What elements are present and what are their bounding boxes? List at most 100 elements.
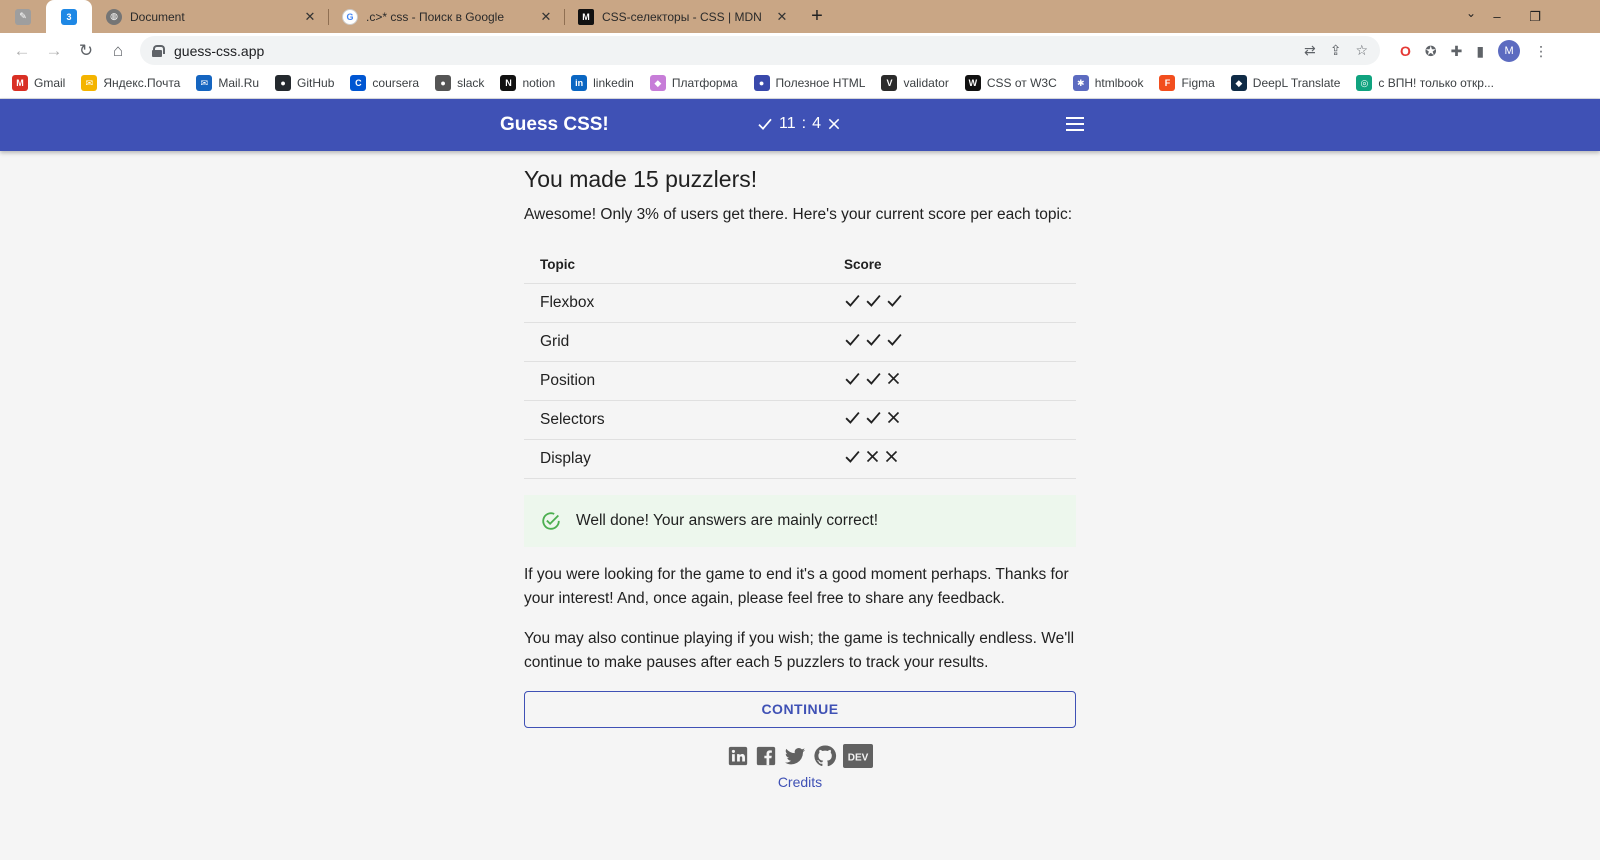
bookmark-favicon-icon: ● (435, 75, 452, 91)
opera-vpn-icon[interactable]: O (1400, 43, 1411, 59)
score-counter: 11 : 4 (757, 115, 841, 133)
forward-arrow-icon[interactable]: → (38, 41, 70, 61)
topic-cell: Position (524, 361, 828, 401)
column-header-score: Score (828, 247, 1076, 284)
score-cell (828, 361, 1076, 401)
continue-button[interactable]: CONTINUE (524, 690, 1076, 728)
puzzle-icon[interactable]: ✚ (1451, 43, 1463, 60)
table-row: Display (524, 439, 1076, 479)
bookmark-favicon-icon: ◎ (1356, 75, 1373, 91)
dev-icon[interactable]: DEV (843, 743, 873, 768)
app-title[interactable]: Guess CSS! (500, 114, 609, 136)
topic-cell: Flexbox (524, 283, 828, 323)
bookmark-item[interactable]: ● GitHub (275, 75, 334, 91)
bookmark-item[interactable]: Nnotion (500, 75, 555, 91)
close-icon[interactable]: ✕ (538, 9, 554, 25)
check-icon (845, 372, 860, 385)
kebab-menu-icon[interactable]: ⋮ (1534, 43, 1548, 60)
bookmark-favicon-icon: ✉ (81, 75, 98, 91)
topic-cell: Grid (524, 322, 828, 362)
bookmark-item[interactable]: ✉ Mail.Ru (196, 75, 259, 91)
check-icon (845, 411, 860, 424)
bookmark-item[interactable]: Vvalidator (881, 75, 949, 91)
linkedin-icon[interactable] (727, 745, 749, 767)
translate-icon[interactable]: ⇄ (1304, 42, 1316, 59)
bookmark-label: Gmail (34, 76, 66, 90)
bookmark-item[interactable]: F Figma (1159, 75, 1215, 91)
bookmark-item[interactable]: ✱ htmlbook (1072, 75, 1143, 91)
bookmark-label: Figma (1181, 76, 1215, 90)
minimize-icon[interactable]: – (1478, 9, 1516, 24)
bookmark-item[interactable]: W CSS от W3C (964, 75, 1057, 91)
extension-star-icon[interactable]: ✪ (1425, 43, 1437, 60)
profile-avatar[interactable]: M (1498, 40, 1521, 62)
address-bar[interactable]: guess-css.app ⇄ ⇪ ☆ (140, 36, 1380, 65)
score-cell (828, 439, 1076, 479)
check-icon (866, 411, 881, 424)
bookmark-item[interactable]: ◆ Платформа (649, 75, 738, 91)
bookmark-star-icon[interactable]: ☆ (1355, 42, 1368, 59)
window-controls: – ❐ (1478, 0, 1600, 33)
facebook-icon[interactable] (755, 745, 777, 767)
restore-icon[interactable]: ❐ (1516, 9, 1554, 25)
bookmark-item[interactable]: ◎ с ВПН! только откр... (1356, 75, 1494, 91)
bookmark-label: Mail.Ru (218, 76, 260, 90)
check-icon (845, 450, 860, 463)
credits-link[interactable]: Credits (524, 774, 1076, 790)
tab-document[interactable]: ◍ Document ✕ (92, 0, 328, 33)
correct-count: 11 (779, 115, 796, 132)
bookmark-favicon-icon: V (881, 75, 898, 91)
url-text[interactable]: guess-css.app (174, 43, 264, 59)
continue-info-paragraph: You may also continue playing if you wis… (524, 629, 1075, 671)
table-row: Flexbox (524, 283, 1076, 323)
social-links: DEV (524, 743, 1076, 768)
notes-icon: ✎ (15, 8, 31, 25)
bookmark-item[interactable]: in linkedin (571, 75, 634, 91)
score-table: Topic Score Flexbox Grid Position Selectors… (524, 247, 1076, 479)
close-icon[interactable]: ✕ (302, 9, 318, 25)
bookmark-item[interactable]: ● Полезное HTML (753, 75, 865, 91)
lock-icon[interactable] (152, 44, 165, 57)
bookmark-label: CSS от W3C (986, 76, 1057, 90)
back-arrow-icon[interactable]: ← (6, 41, 38, 61)
topic-cell: Selectors (524, 400, 828, 440)
bookmark-item[interactable]: ✉ Яндекс.Почта (81, 75, 180, 91)
end-game-paragraph: If you were looking for the game to end … (524, 565, 1069, 607)
menu-hamburger-icon[interactable] (1066, 117, 1084, 131)
bookmark-item[interactable]: ● slack (435, 75, 484, 91)
bookmark-item[interactable]: Ccoursera (350, 75, 419, 91)
bookmark-item[interactable]: M Gmail (12, 75, 65, 91)
bookmark-favicon-icon: ◆ (649, 75, 666, 91)
bookmark-item[interactable]: ◆ DeepL Translate (1230, 75, 1340, 91)
check-icon (887, 294, 902, 307)
page-title: You made 15 puzzlers! (524, 166, 758, 192)
pinned-tab-css[interactable]: 3 (46, 0, 92, 33)
table-header-row: Topic Score (524, 247, 1076, 284)
sidepanel-icon[interactable]: ▮ (1476, 43, 1484, 60)
cross-icon (866, 450, 879, 462)
tab-mdn[interactable]: M CSS-селекторы - CSS | MDN ✕ (564, 0, 800, 33)
close-icon[interactable]: ✕ (774, 9, 790, 25)
new-tab-button[interactable]: + (800, 0, 834, 33)
pinned-tab-notes[interactable]: ✎ (0, 0, 46, 33)
bookmark-favicon-icon: ● (753, 75, 770, 91)
reload-icon[interactable]: ↻ (70, 41, 102, 61)
tab-title: CSS-селекторы - CSS | MDN (602, 9, 762, 24)
check-icon (845, 333, 860, 346)
window-close-icon[interactable] (1554, 0, 1600, 33)
twitter-icon[interactable] (783, 745, 807, 767)
share-icon[interactable]: ⇪ (1330, 42, 1342, 59)
bookmark-label: linkedin (593, 76, 634, 90)
check-icon (866, 333, 881, 346)
github-icon[interactable] (813, 744, 837, 768)
bookmark-label: Платформа (671, 76, 738, 90)
cross-icon (887, 411, 900, 423)
topic-cell: Display (524, 439, 828, 479)
home-icon[interactable]: ⌂ (102, 41, 134, 61)
tab-title: Document (130, 9, 185, 24)
tab-google-search[interactable]: G .c>* css - Поиск в Google ✕ (328, 0, 564, 33)
tab-search-chevron-icon[interactable]: ⌄ (1466, 6, 1476, 20)
bookmark-favicon-icon: ● (275, 75, 292, 91)
dev-label: DEV (848, 752, 869, 763)
bookmark-label: coursera (372, 76, 420, 90)
